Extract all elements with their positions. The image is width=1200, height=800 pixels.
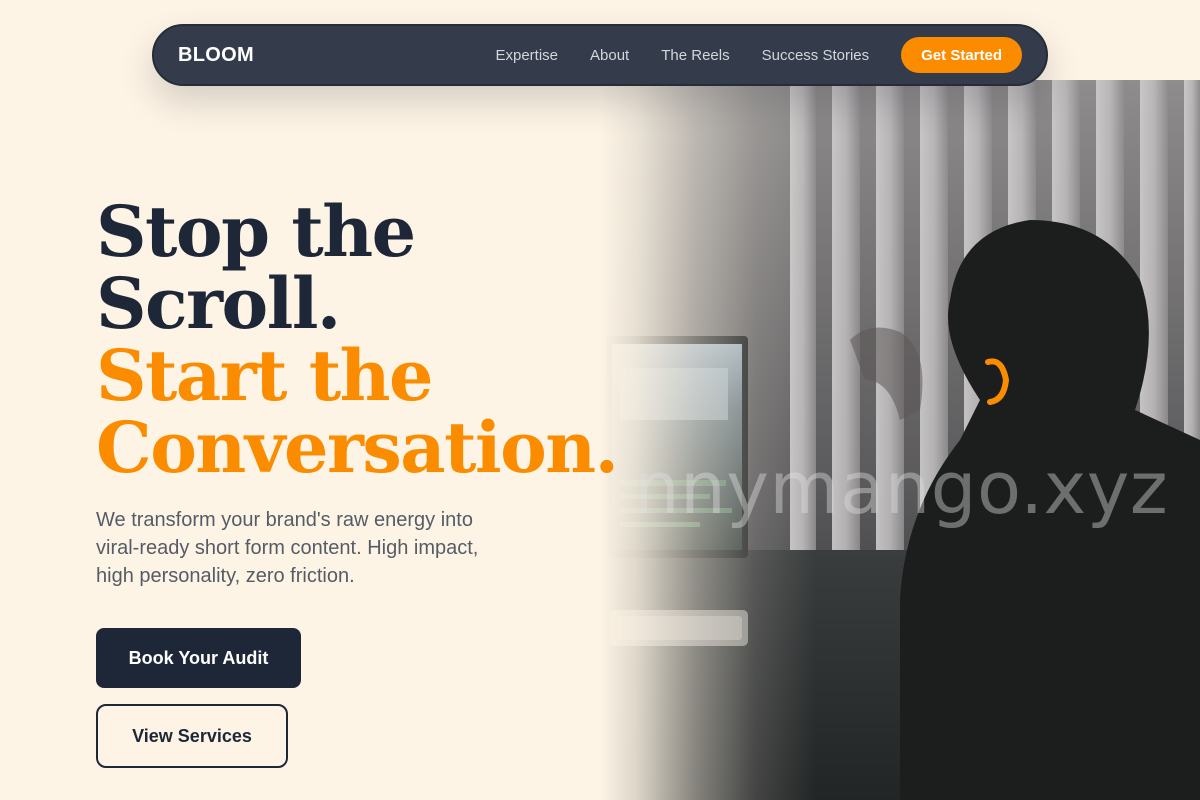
hero-image: nnymango.xyz xyxy=(600,80,1200,800)
brand-logo[interactable]: BLOOM xyxy=(178,44,254,67)
navbar: BLOOM Expertise About The Reels Success … xyxy=(152,24,1048,86)
headline-line-1: Stop the xyxy=(96,190,416,273)
headline-accent-line-2: Conversation. xyxy=(96,406,619,489)
headline-accent-line-1: Start the xyxy=(96,334,434,417)
hero-headline: Stop the Scroll. Start the Conversation. xyxy=(96,190,619,489)
headline-line-2: Scroll. xyxy=(96,262,341,345)
nav-link-expertise[interactable]: Expertise xyxy=(495,47,558,64)
editing-room-illustration xyxy=(600,80,1200,800)
nav-links: Expertise About The Reels Success Storie… xyxy=(495,37,1022,73)
image-watermark: nnymango.xyz xyxy=(634,446,1169,530)
hero-subtext: We transform your brand's raw energy int… xyxy=(96,509,479,587)
nav-link-success-stories[interactable]: Success Stories xyxy=(762,47,870,64)
view-services-button[interactable]: View Services xyxy=(96,704,288,768)
nav-link-about[interactable]: About xyxy=(590,47,629,64)
nav-link-the-reels[interactable]: The Reels xyxy=(661,47,729,64)
get-started-button[interactable]: Get Started xyxy=(901,37,1022,73)
book-audit-button[interactable]: Book Your Audit xyxy=(96,628,301,688)
